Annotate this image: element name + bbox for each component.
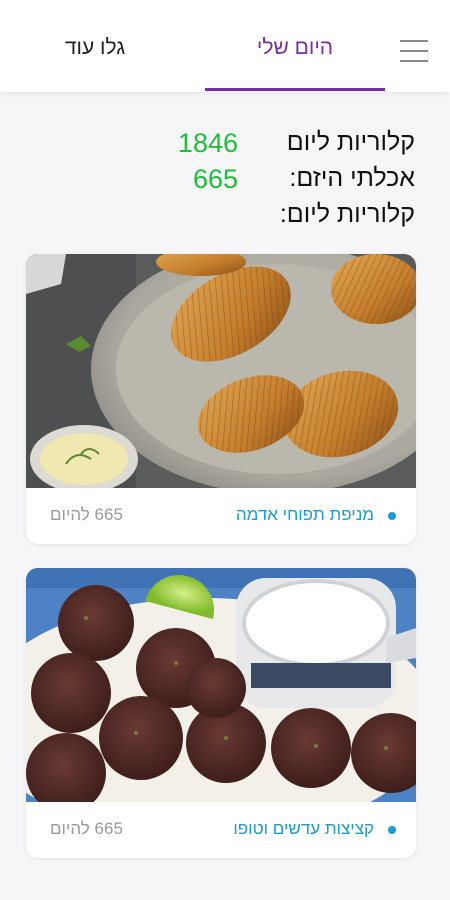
bullet-dot-icon [388, 512, 396, 520]
active-tab-indicator [205, 88, 385, 91]
recipe-card[interactable]: קציצות עדשים וטופו 665 להיום [26, 568, 416, 858]
recipe-card[interactable]: מניפת תפוחי אדמה 665 להיום [26, 254, 416, 544]
bullet-dot-icon [388, 826, 396, 834]
recipe-calories: 665 להיום [50, 505, 123, 524]
hasselback-potatoes-photo [26, 254, 416, 488]
stat-value: 665 [192, 164, 238, 194]
stat-label: קלוריות ליום [286, 128, 415, 156]
recipe-calories: 665 להיום [50, 819, 123, 838]
stat-row-daily-calories: קלוריות ליום 1846 [150, 128, 415, 162]
top-navigation-bar: היום שלי גלו עוד [0, 0, 450, 92]
tab-my-day[interactable]: היום שלי [205, 36, 385, 60]
stat-row-eaten: אכלתי היזם: 665 [150, 164, 415, 198]
recipe-title[interactable]: קציצות עדשים וטופו [233, 819, 374, 839]
stat-label: אכלתי היזם: [289, 164, 415, 192]
recipe-title[interactable]: מניפת תפוחי אדמה [236, 505, 374, 525]
tab-discover-more[interactable]: גלו עוד [25, 36, 165, 60]
stat-row-remaining: קלוריות ליום: [150, 200, 415, 234]
recipe-card-footer: קציצות עדשים וטופו 665 להיום [26, 802, 416, 858]
calorie-summary: קלוריות ליום 1846 אכלתי היזם: 665 קלוריו… [0, 128, 450, 238]
stat-label: קלוריות ליום: [279, 200, 415, 228]
recipe-card-footer: מניפת תפוחי אדמה 665 להיום [26, 488, 416, 544]
hamburger-menu-icon[interactable] [400, 40, 428, 62]
stat-value: 1846 [177, 128, 238, 158]
lentil-tofu-patties-photo [26, 568, 416, 802]
